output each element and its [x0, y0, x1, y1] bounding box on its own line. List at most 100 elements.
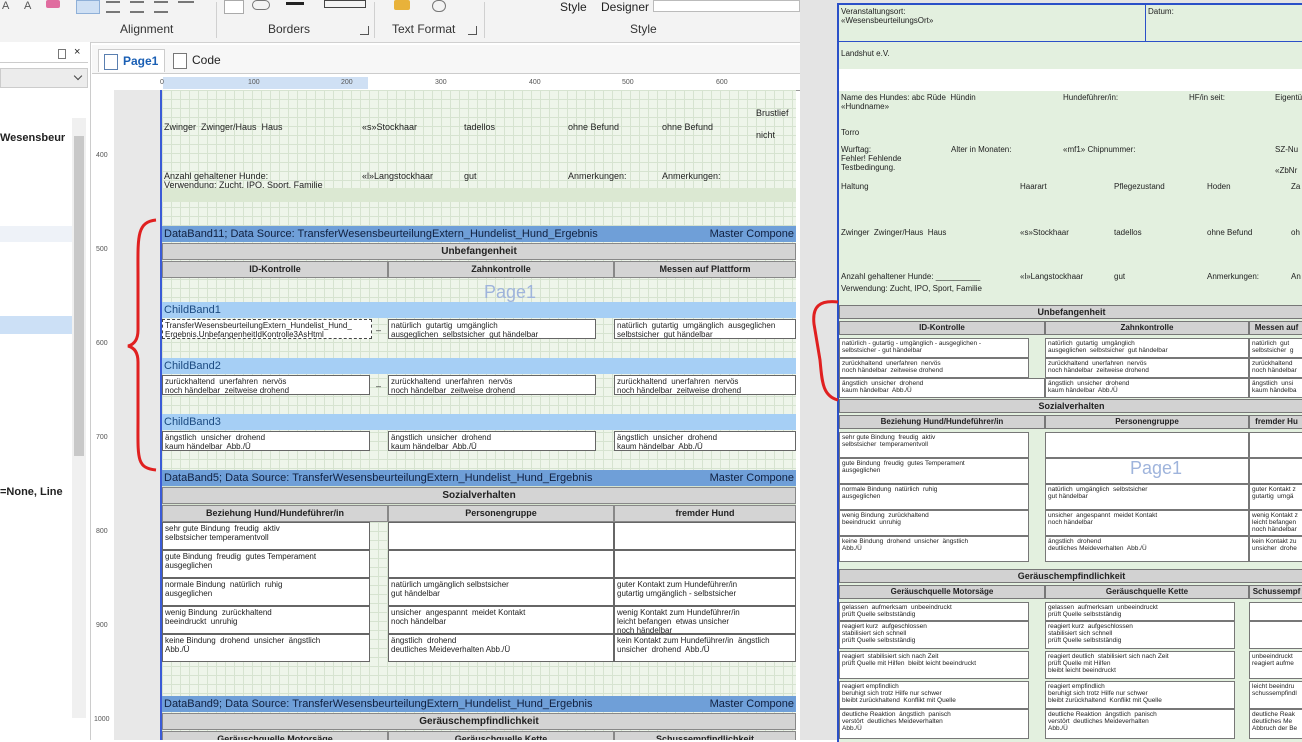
text-field[interactable]: nicht — [756, 130, 775, 140]
column-header[interactable]: Personengruppe — [388, 505, 614, 522]
text-field[interactable]: Brustlief — [756, 108, 789, 118]
cell: ängstlich drohend deutliches Meideverhal… — [1045, 536, 1249, 562]
section-header[interactable]: Sozialverhalten — [162, 487, 796, 504]
text-field[interactable]: «s»Stockhaar — [362, 122, 417, 132]
text-field: Anzahl gehaltener Hunde: __________ — [841, 272, 981, 281]
close-icon[interactable]: × — [74, 46, 80, 58]
text-field: Zwinger Zwinger/Haus Haus — [841, 228, 947, 237]
text-field: Name des Hundes: abc Rüde Hündin «Hundna… — [841, 93, 976, 111]
text-field[interactable]: «l»Langstockhaar — [362, 171, 433, 181]
highlight-icon[interactable] — [432, 0, 446, 12]
text-field[interactable]: ängstlich unsicher drohend kaum händelba… — [388, 431, 596, 451]
tab-page1[interactable]: Page1 — [98, 49, 166, 72]
column-header[interactable]: fremder Hund — [614, 505, 796, 522]
text-field[interactable]: wenig Bindung zurückhaltend beeindruckt … — [162, 606, 370, 634]
font-size-down-icon[interactable]: A — [2, 0, 9, 12]
text-field[interactable] — [614, 550, 796, 578]
text-field[interactable]: gut — [464, 171, 477, 181]
databand-9[interactable]: DataBand9; Data Source: TransferWesensbe… — [162, 696, 796, 712]
align-right-icon[interactable] — [130, 1, 144, 13]
text-field[interactable]: ohne Befund — [662, 122, 713, 132]
column-header[interactable]: Beziehung Hund/Hundeführer/in — [162, 505, 388, 522]
column-header[interactable]: Schussempfindlichkeit — [614, 731, 796, 740]
textformat-dialog-launcher-icon[interactable] — [468, 26, 477, 35]
column-header[interactable]: Zahnkontrolle — [388, 261, 614, 278]
border-width-dropdown[interactable] — [324, 0, 366, 8]
font-size-up-icon[interactable]: A — [24, 0, 31, 12]
text-field[interactable]: ängstlich drohend deutliches Meideverhal… — [388, 634, 614, 662]
border-icon[interactable] — [224, 0, 244, 14]
text-format-icon[interactable] — [394, 0, 410, 10]
column-header[interactable]: Messen auf Plattform — [614, 261, 796, 278]
childband-3[interactable]: ChildBand3 — [162, 414, 796, 430]
text-field[interactable]: zurückhaltend unerfahren nervös noch hän… — [388, 375, 596, 395]
cell: reagiert empfindlich beruhigt sich trotz… — [1045, 681, 1235, 709]
text-field[interactable]: ängstlich unsicher drohend kaum händelba… — [614, 431, 796, 451]
justify-icon[interactable] — [154, 1, 168, 13]
text-field[interactable]: Anmerkungen: — [662, 171, 721, 181]
text-field[interactable]: Anmerkungen: — [568, 171, 627, 181]
scrollbar-thumb[interactable] — [74, 136, 84, 456]
text-field[interactable]: ohne Befund — [568, 122, 619, 132]
cell: gute Bindung freudig gutes Temperament a… — [839, 458, 1029, 484]
text-field[interactable]: guter Kontakt zum Hundeführer/in gutarti… — [614, 578, 796, 606]
text-field[interactable]: gute Bindung freudig gutes Temperament a… — [162, 550, 370, 578]
align-left-icon[interactable] — [76, 0, 100, 14]
childband-1[interactable]: ChildBand1 — [162, 302, 796, 318]
text-field[interactable]: natürlich gutartig umgänglich ausgeglich… — [614, 319, 796, 339]
ruler-tick: 800 — [96, 528, 108, 535]
selected-text-field[interactable]: TransferWesensbeurteilungExtern_Hundelis… — [162, 319, 372, 339]
cell — [1249, 432, 1302, 458]
text-field[interactable]: natürlich umgänglich selbstsicher gut hä… — [388, 578, 614, 606]
text-field[interactable]: unsicher angespannt meidet Kontakt noch … — [388, 606, 614, 634]
childband-2[interactable]: ChildBand2 — [162, 358, 796, 374]
text-field[interactable] — [388, 550, 614, 578]
cell: ängstlich unsicher drohend kaum händelba… — [839, 378, 1045, 398]
property-row[interactable] — [0, 226, 72, 242]
cell: sehr gute Bindung freudig aktiv selbstsi… — [839, 432, 1029, 458]
text-field: Anmerkungen: — [1207, 272, 1260, 281]
text-field[interactable]: keine Bindung drohend unsicher ängstlich… — [162, 634, 370, 662]
ruler-tick: 500 — [96, 246, 108, 253]
section-header[interactable]: Unbefangenheit — [162, 243, 796, 260]
text-field[interactable]: tadellos — [464, 122, 495, 132]
eraser-icon[interactable] — [46, 0, 60, 8]
page-watermark: Page1 — [1130, 458, 1183, 478]
designer-button[interactable]: Designer — [601, 0, 649, 14]
report-design-canvas[interactable]: Brustlief nicht Zwinger Zwinger/Haus Hau… — [160, 90, 796, 740]
tab-code[interactable]: Code — [168, 49, 227, 71]
databand-11[interactable]: DataBand11; Data Source: TransferWesensb… — [162, 226, 796, 242]
line-spacing-icon[interactable] — [178, 1, 194, 11]
section-header[interactable]: Geräuschempfindlichkeit — [162, 713, 796, 730]
column-header[interactable]: Geräuschquelle Motorsäge — [162, 731, 388, 740]
column-header[interactable]: Geräuschquelle Kette — [388, 731, 614, 740]
text-field[interactable]: kein Kontakt zum Hundeführer/in ängstlic… — [614, 634, 796, 662]
annotation-bracket — [812, 300, 839, 402]
align-center-icon[interactable] — [106, 1, 120, 13]
border-color-icon[interactable] — [286, 2, 304, 5]
print-preview-page[interactable]: Veranstaltungsort: «WesensbeurteilungsOr… — [837, 3, 1302, 742]
tab-bar: Page1 Code — [92, 45, 800, 74]
text-field[interactable]: zurückhaltend unerfahren nervös noch hän… — [614, 375, 796, 395]
group-separator — [216, 2, 217, 38]
pin-icon[interactable] — [58, 49, 66, 59]
group-borders-label: Borders — [268, 22, 311, 36]
databand-5[interactable]: DataBand5; Data Source: TransferWesensbe… — [162, 470, 796, 486]
property-row-selected[interactable] — [0, 316, 72, 334]
column-header[interactable]: ID-Kontrolle — [162, 261, 388, 278]
border-style-icon[interactable] — [252, 0, 270, 10]
text-field[interactable]: wenig Kontakt zum Hundeführer/in leicht … — [614, 606, 796, 634]
object-selector-dropdown[interactable] — [0, 68, 88, 88]
text-field[interactable]: ängstlich unsicher drohend kaum händelba… — [162, 431, 370, 451]
text-field[interactable]: Zwinger Zwinger/Haus Haus — [164, 122, 283, 132]
borders-dialog-launcher-icon[interactable] — [360, 26, 369, 35]
text-field[interactable]: normale Bindung natürlich ruhig ausgegli… — [162, 578, 370, 606]
text-field[interactable] — [614, 522, 796, 550]
text-field[interactable]: zurückhaltend unerfahren nervös noch hän… — [162, 375, 370, 395]
text-field[interactable]: natürlich gutartig umgänglich ausgeglich… — [388, 319, 596, 339]
text-field[interactable]: sehr gute Bindung freudig aktiv selbstsi… — [162, 522, 370, 550]
cell: zurückhaltend unerfahren nervös noch hän… — [1045, 358, 1249, 378]
style-button[interactable]: Style — [560, 0, 587, 14]
style-dropdown[interactable] — [653, 0, 800, 12]
text-field[interactable] — [388, 522, 614, 550]
